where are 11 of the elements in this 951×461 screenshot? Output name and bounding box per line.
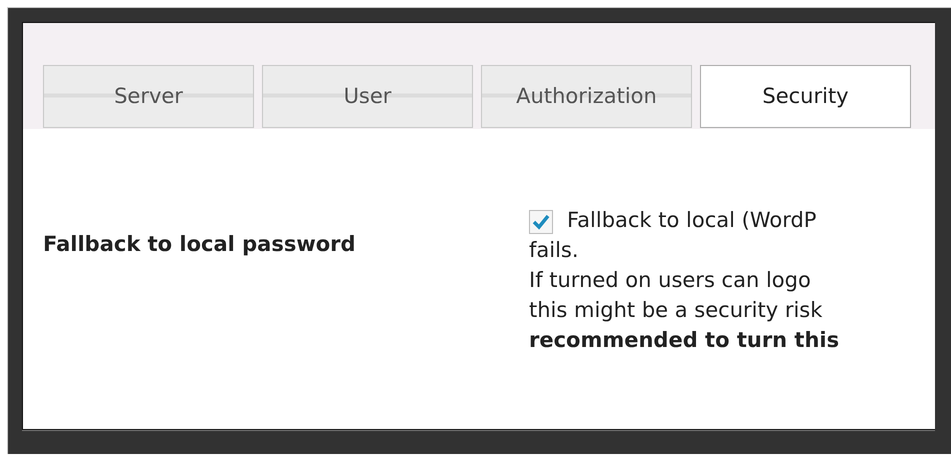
tab[interactable]: User	[262, 65, 473, 128]
description-line: recommended to turn this	[529, 328, 840, 352]
option-label: fails.	[529, 238, 579, 262]
tab[interactable]: Authorization	[481, 65, 692, 128]
description-line: If turned on users can logo	[529, 268, 811, 292]
description-line: this might be a security risk	[529, 298, 822, 322]
option-label: Fallback to local (WordP	[567, 208, 816, 232]
tab[interactable]: Server	[43, 65, 254, 128]
setting-label: Fallback to local password	[43, 231, 357, 258]
checkbox[interactable]	[529, 210, 553, 234]
tab[interactable]: Security	[700, 65, 911, 128]
